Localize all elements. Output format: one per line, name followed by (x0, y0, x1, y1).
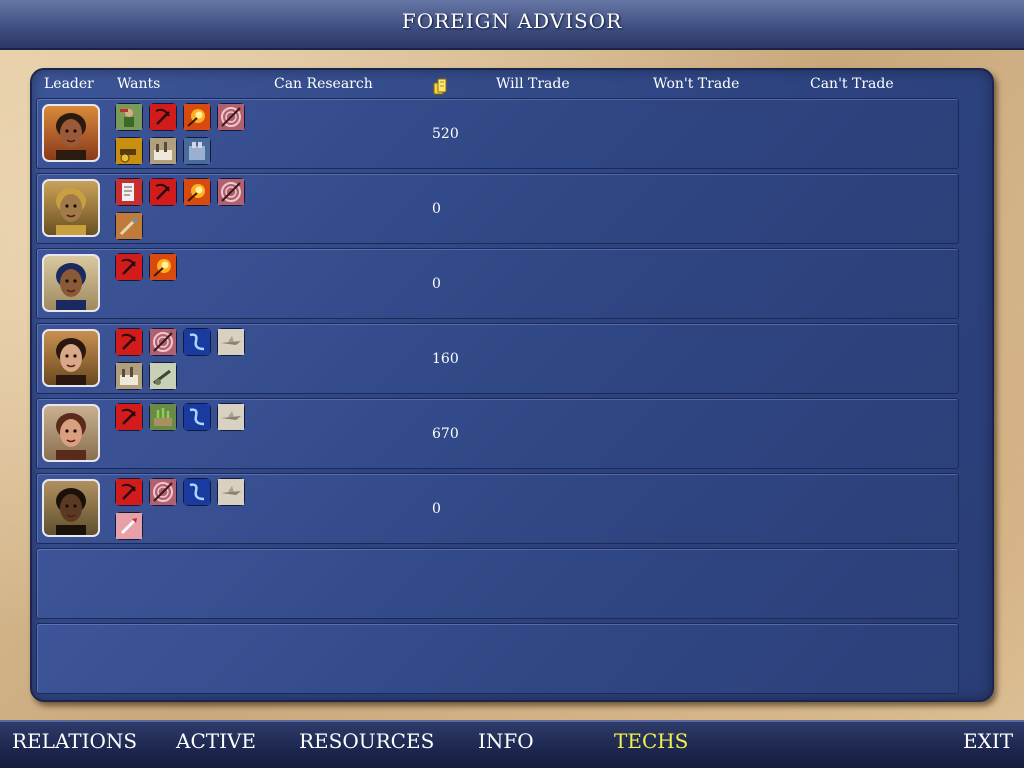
leader-portrait[interactable] (42, 404, 100, 462)
hammer-sickle-tech-icon[interactable] (115, 478, 143, 506)
scroll-tech-icon[interactable] (115, 178, 143, 206)
rocket-tech-icon[interactable] (115, 512, 143, 540)
fire-tech-icon[interactable] (183, 178, 211, 206)
machine-tech-icon[interactable] (183, 137, 211, 165)
hammer-sickle-tech-icon[interactable] (115, 253, 143, 281)
hammer-sickle-tech-icon[interactable] (149, 103, 177, 131)
cannon-tech-icon[interactable] (115, 137, 143, 165)
wheel-tech-icon[interactable] (217, 103, 245, 131)
leader-row[interactable]: 0 (36, 473, 959, 544)
column-header-cant-trade: Can't Trade (810, 76, 894, 92)
leader-portrait[interactable] (42, 329, 100, 387)
airplane-tech-icon[interactable] (217, 403, 245, 431)
soldier-tech-icon[interactable] (115, 103, 143, 131)
nav-active-button[interactable]: ACTIVE (176, 729, 256, 753)
gold-amount: 0 (432, 276, 441, 292)
factory-tech-icon[interactable] (149, 137, 177, 165)
nav-resources-button[interactable]: RESOURCES (299, 729, 434, 753)
airplane-tech-icon[interactable] (217, 328, 245, 356)
hammer-sickle-tech-icon[interactable] (115, 328, 143, 356)
factory-tech-icon[interactable] (115, 362, 143, 390)
leader-face-icon (56, 338, 86, 385)
wheel-tech-icon[interactable] (149, 328, 177, 356)
gold-amount: 520 (432, 126, 459, 142)
fire-tech-icon[interactable] (149, 253, 177, 281)
empty-leader-row (36, 548, 959, 619)
tools-tech-icon[interactable] (115, 212, 143, 240)
electricity-tech-icon[interactable] (183, 403, 211, 431)
hammer-sickle-tech-icon[interactable] (149, 178, 177, 206)
column-header-will-trade: Will Trade (496, 76, 570, 92)
column-header-wont-trade: Won't Trade (653, 76, 740, 92)
electricity-tech-icon[interactable] (183, 328, 211, 356)
fire-tech-icon[interactable] (183, 103, 211, 131)
leader-portrait[interactable] (42, 104, 100, 162)
leader-face-icon (56, 413, 86, 460)
leader-row[interactable]: 520 (36, 98, 959, 169)
gold-amount: 0 (432, 201, 441, 217)
gold-coins-icon (433, 78, 447, 95)
leader-row[interactable]: 0 (36, 248, 959, 319)
electricity-tech-icon[interactable] (183, 478, 211, 506)
nav-exit-button[interactable]: EXIT (963, 729, 1013, 753)
leader-row[interactable]: 670 (36, 398, 959, 469)
leader-face-icon (56, 263, 86, 310)
nav-info-button[interactable]: INFO (478, 729, 534, 753)
page-title: FOREIGN ADVISOR (401, 9, 623, 33)
leader-face-icon (56, 113, 86, 160)
column-header-can-research: Can Research (274, 76, 373, 92)
leader-portrait[interactable] (42, 179, 100, 237)
hammer-sickle-tech-icon[interactable] (115, 403, 143, 431)
empty-leader-row (36, 623, 959, 694)
leader-face-icon (56, 488, 86, 535)
leader-face-icon (56, 188, 86, 235)
airplane-tech-icon[interactable] (217, 478, 245, 506)
gold-amount: 160 (432, 351, 459, 367)
artillery-tech-icon[interactable] (149, 362, 177, 390)
nav-relations-button[interactable]: RELATIONS (12, 729, 137, 753)
title-bar: FOREIGN ADVISOR (0, 0, 1024, 50)
column-header-wants: Wants (117, 76, 161, 92)
gold-amount: 0 (432, 501, 441, 517)
leader-portrait[interactable] (42, 479, 100, 537)
column-header-leader: Leader (44, 76, 94, 92)
gold-amount: 670 (432, 426, 459, 442)
plant-tech-icon[interactable] (149, 403, 177, 431)
nav-techs-button[interactable]: TECHS (614, 729, 688, 753)
leader-row[interactable]: 0 (36, 173, 959, 244)
wheel-tech-icon[interactable] (149, 478, 177, 506)
leader-row[interactable]: 160 (36, 323, 959, 394)
leader-portrait[interactable] (42, 254, 100, 312)
wheel-tech-icon[interactable] (217, 178, 245, 206)
